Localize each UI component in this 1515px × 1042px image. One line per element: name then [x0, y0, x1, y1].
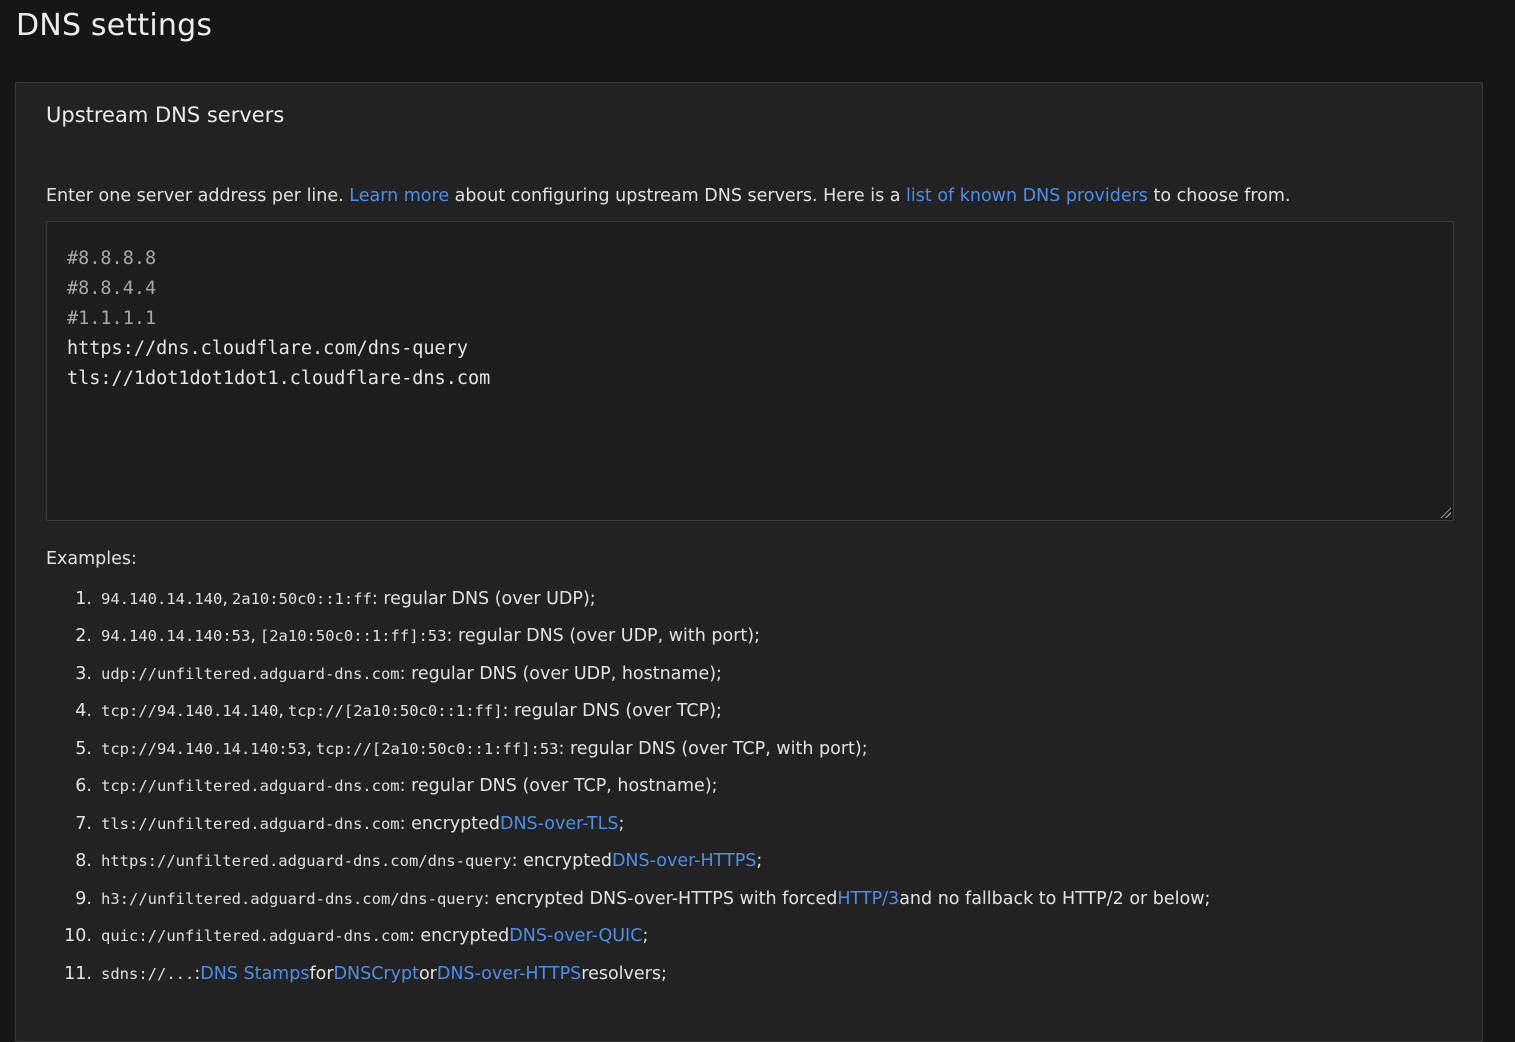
intro-middle: about configuring upstream DNS servers. … — [449, 186, 907, 206]
dns-over-https-link[interactable]: DNS-over-HTTPS — [612, 851, 756, 871]
list-item: 3. udp://unfiltered.adguard-dns.com : re… — [75, 663, 722, 684]
list-item: 5. tcp://94.140.14.140:53, tcp://[2a10:5… — [75, 738, 868, 759]
list-item: 6. tcp://unfiltered.adguard-dns.com : re… — [75, 776, 718, 797]
list-item: 9. h3://unfiltered.adguard-dns.com/dns-q… — [75, 888, 1211, 909]
server-line: #8.8.4.4 — [67, 278, 157, 299]
dns-stamps-link[interactable]: DNS Stamps — [200, 964, 309, 984]
list-item: 8. https://unfiltered.adguard-dns.com/dn… — [75, 851, 763, 872]
list-item: 2. 94.140.14.140:53, [2a10:50c0::1:ff]:5… — [75, 626, 761, 647]
server-line: #8.8.8.8 — [67, 248, 157, 269]
list-item: 1. 94.140.14.140, 2a10:50c0::1:ff : regu… — [75, 588, 596, 609]
page-title: DNS settings — [16, 8, 213, 43]
card-title: Upstream DNS servers — [46, 103, 285, 127]
resize-handle-icon[interactable] — [1439, 506, 1451, 518]
intro-after: to choose from. — [1147, 186, 1291, 206]
list-item: 7. tls://unfiltered.adguard-dns.com : en… — [75, 813, 625, 834]
upstream-servers-textarea[interactable]: #8.8.8.8 #8.8.4.4 #1.1.1.1 https://dns.c… — [46, 221, 1454, 521]
list-item: 4. tcp://94.140.14.140, tcp://[2a10:50c0… — [75, 701, 722, 722]
dns-over-quic-link[interactable]: DNS-over-QUIC — [509, 926, 642, 946]
server-line: #1.1.1.1 — [67, 308, 157, 329]
dns-over-https-link-2[interactable]: DNS-over-HTTPS — [437, 964, 581, 984]
learn-more-link[interactable]: Learn more — [349, 186, 449, 206]
list-item: 11. sdns://... : DNS Stamps for DNSCrypt… — [64, 963, 667, 984]
dnscrypt-link[interactable]: DNSCrypt — [334, 964, 419, 984]
dns-providers-link[interactable]: list of known DNS providers — [906, 186, 1148, 206]
upstream-dns-card: Upstream DNS servers Enter one server ad… — [15, 82, 1483, 1042]
dns-over-tls-link[interactable]: DNS-over-TLS — [500, 814, 618, 834]
intro-text: Enter one server address per line. Learn… — [46, 186, 1290, 206]
intro-before: Enter one server address per line. — [46, 186, 350, 206]
server-line: tls://1dot1dot1dot1.cloudflare-dns.com — [67, 368, 491, 389]
list-item: 10. quic://unfiltered.adguard-dns.com : … — [64, 926, 649, 947]
examples-label: Examples: — [46, 549, 137, 569]
server-line: https://dns.cloudflare.com/dns-query — [67, 338, 468, 359]
examples-list: 1. 94.140.14.140, 2a10:50c0::1:ff : regu… — [46, 580, 1210, 993]
http3-link[interactable]: HTTP/3 — [837, 889, 899, 909]
